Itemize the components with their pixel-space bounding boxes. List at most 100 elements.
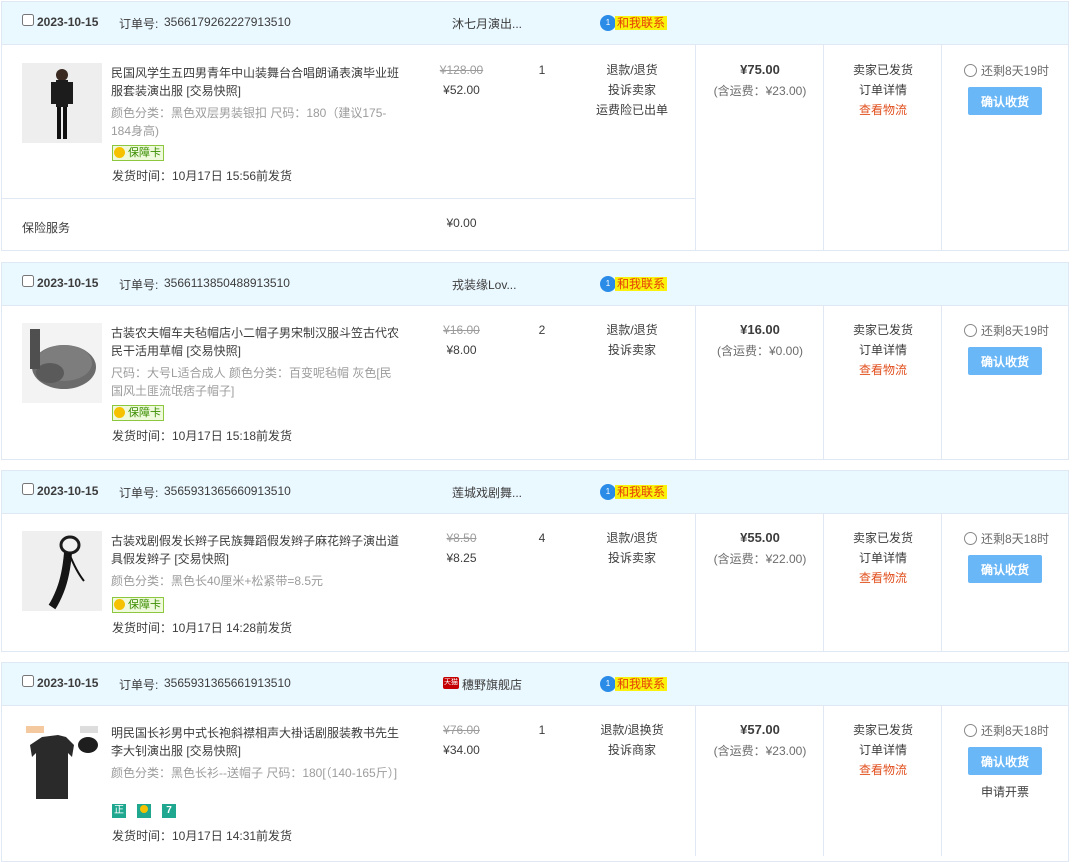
product-attributes: 颜色分类：黑色长衫--送帽子 尺码：180[（140-165斤）] — [111, 766, 398, 780]
remaining-time-text: 还剩8天18时 — [981, 724, 1050, 738]
order-card: 2023-10-15 订单号: 3565931365661913510 天猫 穗… — [1, 662, 1069, 862]
product-title-link[interactable]: 古装农夫帽车夫毡帽店小二帽子男宋制汉服斗笠古代农民干活用草帽 [交易快照] — [111, 324, 406, 360]
quantity: 2 — [538, 323, 546, 337]
order-date: 2023-10-15 — [37, 15, 99, 29]
complain-link[interactable]: 投诉卖家 — [570, 548, 694, 568]
product-title-link[interactable]: 民国风学生五四男青年中山装舞台合唱朗诵表演毕业班服套装演出服 [交易快照] — [111, 64, 406, 100]
unit-price: ¥8.25 — [446, 551, 477, 565]
original-price: ¥128.00 — [439, 63, 484, 77]
order-detail-link[interactable]: 订单详情 — [824, 340, 942, 360]
original-price: ¥76.00 — [443, 723, 480, 737]
guarantee-badge[interactable]: 保障卡 — [112, 145, 164, 161]
product-thumbnail[interactable] — [22, 723, 102, 803]
order-date: 2023-10-15 — [37, 676, 99, 690]
order-card: 2023-10-15 订单号: 3566113850488913510 戎装缘L… — [1, 262, 1069, 460]
guarantee-label: 保障卡 — [128, 147, 161, 159]
unit-price: ¥52.00 — [443, 83, 480, 97]
order-detail-link[interactable]: 订单详情 — [824, 740, 942, 760]
order-checkbox[interactable] — [22, 483, 34, 495]
shop-name-link[interactable]: 沐七月演出... — [452, 15, 522, 32]
remaining-time: 还剩8天19时 — [964, 63, 1049, 79]
guarantee-badge[interactable]: 保障卡 — [112, 597, 164, 613]
order-total: ¥57.00 — [740, 722, 780, 737]
confirm-receipt-button[interactable]: 确认收货 — [968, 87, 1042, 115]
product-thumbnail[interactable] — [22, 531, 102, 611]
after-sale-actions: 退款/退货 投诉卖家 运费险已出单 — [570, 60, 694, 120]
order-checkbox[interactable] — [22, 675, 34, 687]
clock-icon — [964, 64, 977, 77]
shop-name-link[interactable]: 莲城戏剧舞... — [452, 484, 522, 501]
status-text: 卖家已发货 — [852, 531, 913, 545]
status-text: 卖家已发货 — [852, 63, 913, 77]
product-title-link[interactable]: 明民国长衫男中式长袍斜襟相声大褂话剧服装教书先生李大钊演出服 [交易快照] — [111, 724, 406, 760]
shop-name-link[interactable]: 穗野旗舰店 — [462, 676, 522, 693]
order-header: 2023-10-15 订单号: 3566113850488913510 戎装缘L… — [2, 263, 1068, 306]
remaining-time: 还剩8天18时 — [964, 723, 1049, 739]
shipping-fee-note: (含运费：¥0.00) — [716, 344, 804, 358]
view-logistics-link[interactable]: 查看物流 — [824, 760, 942, 780]
remaining-time-text: 还剩8天18时 — [981, 532, 1050, 546]
remaining-time: 还剩8天18时 — [964, 531, 1049, 547]
order-detail-link[interactable]: 订单详情 — [824, 80, 942, 100]
view-logistics-link[interactable]: 查看物流 — [824, 360, 942, 380]
view-logistics-link[interactable]: 查看物流 — [824, 100, 942, 120]
order-number-label: 订单号: — [119, 678, 159, 692]
chat-bubble-icon: 1 — [600, 484, 616, 500]
shipping-fee-note: (含运费：¥23.00) — [713, 84, 807, 98]
confirm-receipt-button[interactable]: 确认收货 — [968, 347, 1042, 375]
guarantee-badge[interactable]: 保障卡 — [112, 405, 164, 421]
order-checkbox[interactable] — [22, 14, 34, 26]
order-header: 2023-10-15 订单号: 3565931365660913510 莲城戏剧… — [2, 471, 1068, 514]
order-number: 3566179262227913510 — [164, 15, 291, 29]
chat-bubble-icon: 1 — [600, 676, 616, 692]
order-checkbox[interactable] — [22, 275, 34, 287]
tmall-icon: 天猫 — [443, 677, 459, 689]
order-number: 3565931365660913510 — [164, 484, 291, 498]
shipping-fee-note: (含运费：¥23.00) — [713, 744, 807, 758]
chat-bubble-icon: 1 — [600, 15, 616, 31]
ship-time: 发货时间：10月17日 14:31前发货 — [112, 829, 293, 843]
complain-merchant-link[interactable]: 投诉商家 — [570, 740, 694, 760]
product-attributes: 颜色分类：黑色双层男装银扣 尺码：180（建议175-184身高) — [111, 106, 387, 138]
product-attributes: 尺码：大号L适合成人 颜色分类：百变呢毡帽 灰色[民国风土匪流氓痞子帽子] — [111, 366, 392, 398]
refund-exchange-link[interactable]: 退款/退换货 — [570, 720, 694, 740]
order-detail-link[interactable]: 订单详情 — [824, 548, 942, 568]
confirm-receipt-button[interactable]: 确认收货 — [968, 555, 1042, 583]
order-total: ¥16.00 — [740, 322, 780, 337]
order-status: 卖家已发货 订单详情 查看物流 — [824, 320, 942, 380]
quantity: 1 — [538, 723, 546, 737]
clock-icon — [964, 724, 977, 737]
guarantee-label: 保障卡 — [128, 599, 161, 611]
refund-link[interactable]: 退款/退货 — [570, 528, 694, 548]
order-status: 卖家已发货 订单详情 查看物流 — [824, 60, 942, 120]
refund-link[interactable]: 退款/退货 — [570, 320, 694, 340]
after-sale-actions: 退款/退货 投诉卖家 — [570, 528, 694, 568]
order-header: 2023-10-15 订单号: 3565931365661913510 天猫 穗… — [2, 663, 1068, 706]
product-attributes: 颜色分类：黑色长40厘米+松紧带=8.5元 — [111, 574, 324, 588]
complain-link[interactable]: 投诉卖家 — [570, 80, 694, 100]
insurance-price: ¥0.00 — [446, 216, 477, 230]
guarantee-icon — [114, 407, 125, 418]
order-card: 2023-10-15 订单号: 3565931365660913510 莲城戏剧… — [1, 470, 1069, 652]
contact-seller-label: 和我联系 — [615, 677, 668, 691]
order-number-label: 订单号: — [119, 17, 159, 31]
confirm-receipt-button[interactable]: 确认收货 — [968, 747, 1042, 775]
product-thumbnail[interactable] — [22, 323, 102, 403]
insurance-label: 保险服务 — [22, 221, 71, 235]
guarantee-label: 保障卡 — [128, 407, 161, 419]
braid-product-image — [22, 531, 102, 611]
unit-price: ¥34.00 — [443, 743, 480, 757]
product-thumbnail[interactable] — [22, 63, 102, 143]
order-number: 3565931365661913510 — [164, 676, 291, 690]
refund-link[interactable]: 退款/退货 — [570, 60, 694, 80]
complain-link[interactable]: 投诉卖家 — [570, 340, 694, 360]
order-number-label: 订单号: — [119, 486, 159, 500]
product-title-link[interactable]: 古装戏剧假发长辫子民族舞蹈假发辫子麻花辫子演出道具假发辫子 [交易快照] — [111, 532, 406, 568]
guarantee-icon — [114, 599, 125, 610]
remaining-time-text: 还剩8天19时 — [981, 64, 1050, 78]
request-invoice-link[interactable]: 申请开票 — [968, 783, 1042, 800]
status-text: 卖家已发货 — [852, 323, 913, 337]
shop-name-link[interactable]: 戎装缘Lov... — [452, 276, 516, 293]
view-logistics-link[interactable]: 查看物流 — [824, 568, 942, 588]
clock-icon — [964, 324, 977, 337]
